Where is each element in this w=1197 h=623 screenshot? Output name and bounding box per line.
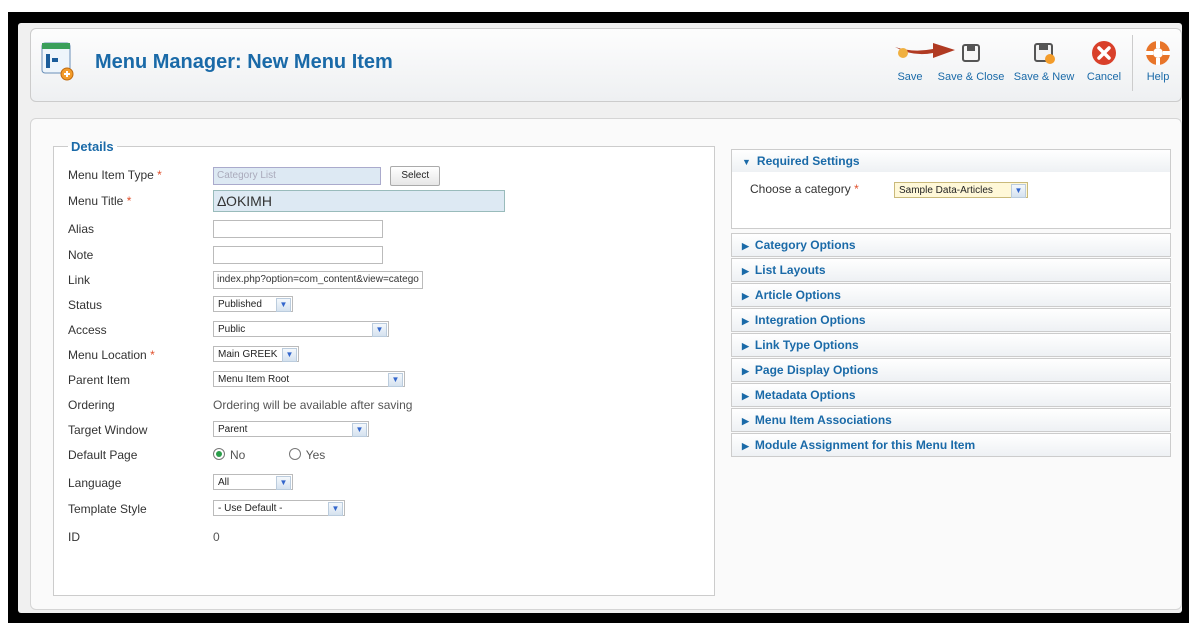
chevron-down-icon: ▼ [328, 502, 343, 516]
link-input[interactable] [213, 271, 423, 289]
target-window-row: Target Window Parent ▼ [68, 421, 698, 441]
options-panels: ▼ Required Settings Choose a category * S… [731, 149, 1171, 458]
template-style-label: Template Style [68, 502, 147, 516]
menu-item-type-label: Menu Item Type [68, 168, 154, 182]
triangle-right-icon: ▶ [742, 266, 749, 276]
chevron-down-icon: ▼ [352, 423, 367, 437]
menu-manager-icon [41, 42, 74, 81]
note-row: Note [68, 246, 698, 266]
alias-row: Alias [68, 220, 698, 240]
list-layouts-panel[interactable]: ▶ List Layouts [731, 258, 1171, 282]
menu-location-row: Menu Location * Main GREEK ▼ [68, 346, 698, 366]
save-close-button[interactable]: Save & Close [936, 39, 1006, 83]
menu-item-associations-panel[interactable]: ▶ Menu Item Associations [731, 408, 1171, 432]
menu-title-input[interactable] [213, 190, 505, 212]
category-select[interactable]: Sample Data-Articles ▼ [894, 182, 1028, 198]
save-new-icon [1030, 39, 1058, 67]
parent-item-label: Parent Item [68, 373, 131, 387]
save-new-button[interactable]: Save & New [1013, 39, 1075, 83]
triangle-right-icon: ▶ [742, 291, 749, 301]
triangle-right-icon: ▶ [742, 366, 749, 376]
access-row: Access Public ▼ [68, 321, 698, 341]
target-window-label: Target Window [68, 423, 148, 437]
access-select[interactable]: Public ▼ [213, 321, 389, 337]
template-style-row: Template Style - Use Default - ▼ [68, 500, 698, 520]
category-options-panel[interactable]: ▶ Category Options [731, 233, 1171, 257]
ordering-row: Ordering Ordering will be available afte… [68, 396, 698, 416]
help-icon [1144, 39, 1172, 67]
help-button[interactable]: Help [1141, 39, 1175, 83]
save-button[interactable]: Save [893, 39, 927, 83]
template-style-select[interactable]: - Use Default - ▼ [213, 500, 345, 516]
chevron-down-icon: ▼ [276, 298, 291, 312]
details-legend: Details [71, 139, 114, 154]
triangle-right-icon: ▶ [742, 316, 749, 326]
default-page-no-radio[interactable]: No [213, 448, 245, 462]
menu-location-label: Menu Location [68, 348, 147, 362]
parent-item-select[interactable]: Menu Item Root ▼ [213, 371, 405, 387]
default-page-row: Default Page No Yes [68, 446, 698, 466]
target-window-select[interactable]: Parent ▼ [213, 421, 369, 437]
chevron-down-icon: ▼ [388, 373, 403, 387]
link-label: Link [68, 273, 91, 287]
triangle-right-icon: ▶ [742, 341, 749, 351]
id-value: 0 [213, 530, 220, 544]
language-row: Language All ▼ [68, 474, 698, 494]
default-page-label: Default Page [68, 448, 138, 462]
triangle-right-icon: ▶ [742, 391, 749, 401]
save-icon [896, 39, 924, 67]
choose-category-label: Choose a category [750, 182, 851, 196]
cancel-icon [1090, 39, 1118, 67]
alias-input[interactable] [213, 220, 383, 238]
note-input[interactable] [213, 246, 383, 264]
chevron-down-icon: ▼ [282, 348, 297, 362]
link-type-options-panel[interactable]: ▶ Link Type Options [731, 333, 1171, 357]
link-row: Link [68, 271, 698, 291]
id-row: ID 0 [68, 528, 698, 548]
default-page-yes-radio[interactable]: Yes [288, 448, 325, 462]
ordering-label: Ordering [68, 398, 115, 412]
status-label: Status [68, 298, 103, 312]
triangle-right-icon: ▶ [742, 416, 749, 426]
save-close-icon [957, 39, 985, 67]
required-settings-panel: ▼ Required Settings Choose a category * S… [731, 149, 1171, 229]
status-select[interactable]: Published ▼ [213, 296, 293, 312]
toolbar-separator [1132, 35, 1133, 91]
chevron-down-icon: ▼ [372, 323, 387, 337]
menu-title-label: Menu Title [68, 194, 124, 208]
content-area: Details Menu Item Type * Select Menu Tit… [30, 118, 1182, 610]
status-row: Status Published ▼ [68, 296, 698, 316]
toolbar: Menu Manager: New Menu Item Save Save & … [30, 28, 1182, 102]
menu-title-row: Menu Title * [68, 190, 698, 212]
metadata-options-panel[interactable]: ▶ Metadata Options [731, 383, 1171, 407]
alias-label: Alias [68, 222, 95, 236]
triangle-right-icon: ▶ [742, 241, 749, 251]
triangle-down-icon: ▼ [742, 157, 751, 167]
required-settings-header[interactable]: ▼ Required Settings [732, 150, 1170, 172]
page-title: Menu Manager: New Menu Item [95, 51, 393, 73]
article-options-panel[interactable]: ▶ Article Options [731, 283, 1171, 307]
parent-item-row: Parent Item Menu Item Root ▼ [68, 371, 698, 391]
module-assignment-panel[interactable]: ▶ Module Assignment for this Menu Item [731, 433, 1171, 457]
note-label: Note [68, 248, 94, 262]
menu-item-type-input [213, 167, 381, 185]
menu-item-type-row: Menu Item Type * Select [68, 166, 698, 186]
triangle-right-icon: ▶ [742, 441, 749, 451]
details-fieldset: Details Menu Item Type * Select Menu Tit… [53, 139, 715, 596]
page-display-options-panel[interactable]: ▶ Page Display Options [731, 358, 1171, 382]
language-label: Language [68, 476, 122, 490]
menu-location-select[interactable]: Main GREEK ▼ [213, 346, 299, 362]
language-select[interactable]: All ▼ [213, 474, 293, 490]
integration-options-panel[interactable]: ▶ Integration Options [731, 308, 1171, 332]
select-type-button[interactable]: Select [390, 166, 441, 186]
access-label: Access [68, 323, 107, 337]
ordering-text: Ordering will be available after saving [213, 398, 413, 412]
cancel-button[interactable]: Cancel [1083, 39, 1125, 83]
chevron-down-icon: ▼ [1011, 184, 1026, 198]
id-label: ID [68, 530, 80, 544]
chevron-down-icon: ▼ [276, 476, 291, 490]
